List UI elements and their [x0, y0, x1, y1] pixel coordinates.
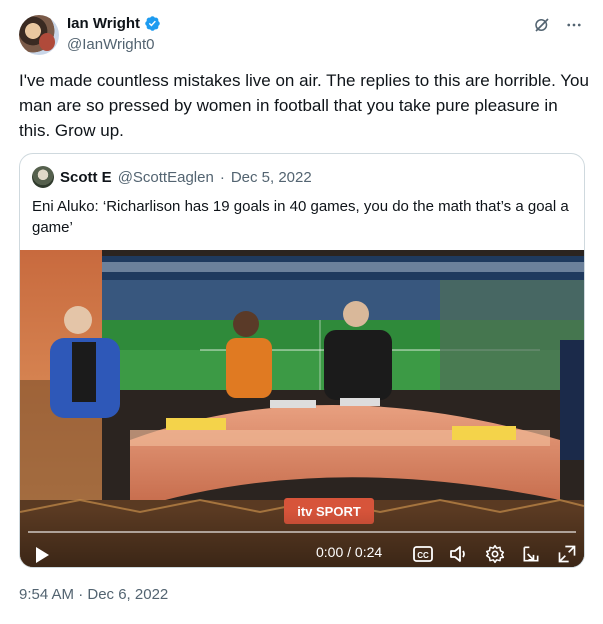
- fullscreen-icon[interactable]: [557, 544, 577, 564]
- author-name[interactable]: Ian Wright: [67, 15, 140, 32]
- grok-icon[interactable]: [533, 16, 551, 34]
- quoted-handle[interactable]: @ScottEaglen: [118, 169, 214, 186]
- quoted-date[interactable]: Dec 5, 2022: [231, 169, 312, 186]
- quoted-name[interactable]: Scott E: [60, 169, 112, 186]
- captions-icon[interactable]: CC: [413, 545, 433, 563]
- video-progress-bar[interactable]: [28, 531, 576, 533]
- quoted-separator: ·: [219, 168, 225, 186]
- quoted-header: Scott E @ScottEaglen · Dec 5, 2022: [32, 166, 312, 188]
- more-icon[interactable]: [565, 16, 583, 34]
- video-player[interactable]: itv SPORT 0:00 / 0:24 CC: [20, 250, 584, 567]
- quoted-avatar[interactable]: [32, 166, 54, 188]
- author-name-row: Ian Wright: [67, 15, 161, 32]
- video-time: 0:00 / 0:24: [316, 544, 383, 560]
- tweet-timestamp[interactable]: 9:54 AM · Dec 6, 2022: [19, 586, 168, 603]
- play-icon[interactable]: [34, 546, 50, 564]
- popout-icon[interactable]: [521, 544, 541, 564]
- settings-icon[interactable]: [485, 544, 505, 564]
- author-handle[interactable]: @IanWright0: [67, 36, 155, 53]
- video-control-icons: CC: [413, 544, 577, 564]
- quoted-tweet[interactable]: Scott E @ScottEaglen · Dec 5, 2022 Eni A…: [19, 153, 585, 568]
- volume-icon[interactable]: [449, 545, 469, 563]
- author-avatar[interactable]: [19, 15, 59, 55]
- tweet: Ian Wright @IanWright0 I've made countle…: [0, 0, 603, 624]
- verified-icon: [145, 16, 160, 31]
- video-controls: 0:00 / 0:24 CC: [20, 510, 584, 567]
- svg-text:CC: CC: [417, 551, 429, 560]
- top-actions: [533, 16, 583, 34]
- tweet-text: I've made countless mistakes live on air…: [19, 71, 589, 140]
- quoted-text: Eni Aluko: ‘Richarlison has 19 goals in …: [32, 198, 569, 236]
